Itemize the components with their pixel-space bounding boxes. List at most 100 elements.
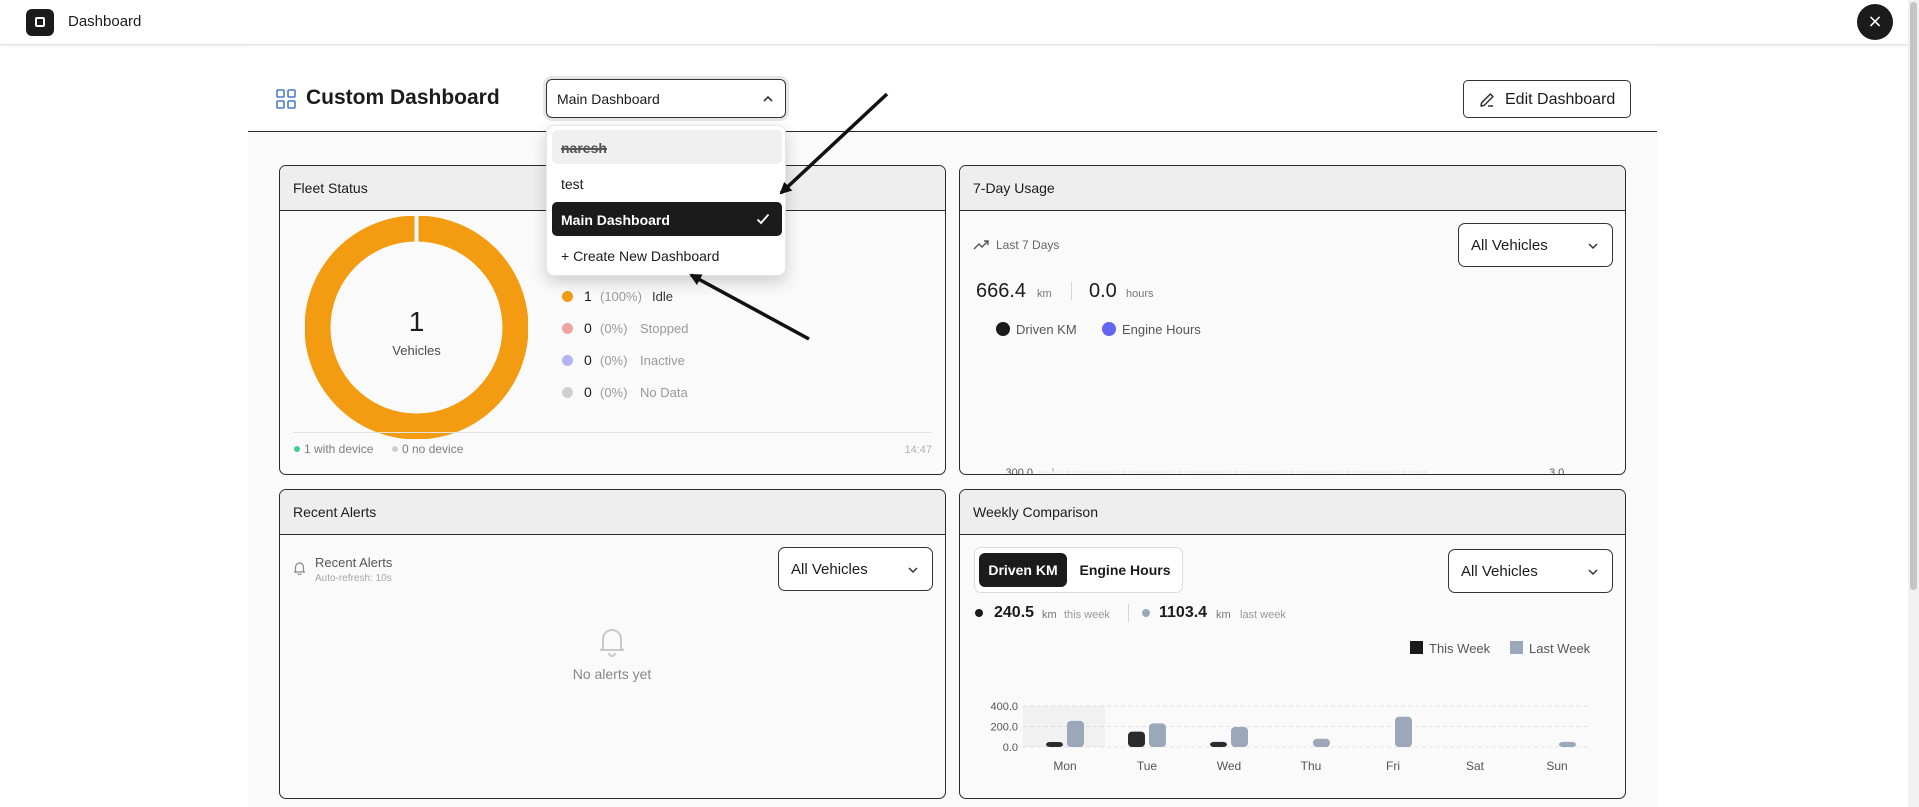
bell-empty-icon	[600, 629, 624, 657]
status-dot	[562, 323, 573, 334]
y-tick-label: 300.0	[1005, 467, 1033, 475]
bar-this-week	[1128, 731, 1145, 747]
status-name: Inactive	[640, 353, 685, 368]
separator	[1071, 282, 1072, 300]
hours-total: 0.0	[1089, 280, 1117, 302]
status-count: 0	[584, 320, 592, 336]
bell-icon	[293, 562, 306, 575]
usage-vehicle-select[interactable]: All Vehicles	[1458, 223, 1613, 267]
usage-line-chart: 300.03.0250.02.5200.02.0150.01.5100.01.0…	[1005, 467, 1564, 475]
dropdown-item-test[interactable]: test	[552, 166, 782, 200]
last-week-label: last week	[1240, 609, 1286, 621]
pencil-icon	[1480, 93, 1494, 107]
chevron-down-icon	[1588, 569, 1598, 576]
scrollbar-thumb[interactable]	[1910, 2, 1917, 590]
dropdown-item-label: naresh	[561, 140, 607, 156]
bar-last-week	[1559, 741, 1576, 747]
status-name: No Data	[640, 385, 688, 400]
toggle-driven-km[interactable]: Driven KM	[979, 553, 1067, 587]
legend-driven-km: Driven KM	[1016, 322, 1077, 337]
donut-total: 1	[408, 306, 425, 337]
status-pct: (0%)	[600, 385, 628, 400]
vehicle-select-value: All Vehicles	[1461, 563, 1538, 580]
edit-dashboard-label: Edit Dashboard	[1505, 91, 1616, 108]
status-pct: (0%)	[600, 353, 628, 368]
chevron-down-icon	[908, 567, 918, 574]
legend-this-week-swatch	[1410, 641, 1423, 654]
vehicle-select-value: All Vehicles	[791, 561, 868, 578]
x-tick-label: Sat	[1466, 759, 1485, 773]
x-tick-label: Thu	[1301, 759, 1322, 773]
bar-last-week	[1395, 716, 1412, 747]
km-total: 666.4	[976, 280, 1027, 302]
card-title: Recent Alerts	[293, 504, 377, 520]
legend-last-week: Last Week	[1529, 641, 1591, 656]
status-dot	[562, 387, 573, 398]
dashboard-select[interactable]: Main Dashboard	[546, 79, 786, 118]
dropdown-item-redacted[interactable]: naresh	[552, 130, 782, 164]
separator	[1128, 604, 1129, 622]
legend-last-week-swatch	[1510, 641, 1523, 654]
status-pct: (0%)	[600, 321, 628, 336]
status-pct: (100%)	[600, 289, 642, 304]
legend-dot-driven-km	[996, 322, 1010, 336]
no-alerts-message: No alerts yet	[572, 666, 652, 682]
toggle-engine-hours[interactable]: Engine Hours	[1073, 553, 1177, 587]
last-week-unit: km	[1216, 609, 1231, 621]
bar-last-week	[1231, 727, 1248, 747]
dropdown-item-main-dashboard[interactable]: Main Dashboard	[552, 202, 782, 236]
bar-last-week	[1313, 738, 1330, 747]
chevron-up-icon	[763, 95, 773, 102]
metric-toggle: Driven KM Engine Hours	[974, 547, 1183, 593]
card-title: 7-Day Usage	[973, 180, 1055, 196]
dashboard-dropdown-menu: naresh test Main Dashboard + Create New …	[546, 125, 786, 276]
bar-this-week	[1210, 741, 1227, 747]
legend-this-week: This Week	[1429, 641, 1491, 656]
no-device-count: 0 no device	[402, 442, 464, 456]
page-title: Custom Dashboard	[306, 86, 500, 109]
x-tick-label: Wed	[1217, 759, 1241, 773]
status-dot	[562, 355, 573, 366]
status-dot	[562, 291, 573, 302]
bar-last-week	[1067, 720, 1084, 747]
period-label: Last 7 Days	[996, 238, 1060, 252]
vehicle-select-value: All Vehicles	[1471, 237, 1548, 254]
app-title: Dashboard	[68, 13, 142, 30]
legend-engine-hours: Engine Hours	[1122, 322, 1201, 337]
donut-label: Vehicles	[392, 343, 441, 358]
x-tick-label: Mon	[1053, 759, 1076, 773]
hover-band	[1023, 706, 1105, 747]
edit-dashboard-button[interactable]: Edit Dashboard	[1463, 80, 1631, 118]
x-tick-label: Sun	[1546, 759, 1567, 773]
km-unit: km	[1037, 288, 1052, 300]
bar-this-week	[1046, 742, 1063, 747]
create-new-dashboard-item[interactable]: + Create New Dashboard	[552, 238, 782, 272]
card-header: Recent Alerts	[280, 490, 945, 535]
card-title: Weekly Comparison	[973, 504, 1099, 520]
weekly-vehicle-select[interactable]: All Vehicles	[1448, 549, 1613, 593]
last-updated-time: 14:47	[904, 444, 932, 456]
status-count: 0	[584, 352, 592, 368]
this-week-label: this week	[1064, 609, 1110, 621]
app-logo-icon	[26, 9, 54, 36]
check-icon	[756, 213, 770, 225]
create-new-dashboard-label: + Create New Dashboard	[561, 248, 720, 264]
grid-icon	[276, 89, 296, 109]
y2-tick-label: 3.0	[1549, 467, 1564, 475]
with-device-count: 1 with device	[304, 442, 374, 456]
y-tick-label: 200.0	[990, 722, 1018, 734]
this-week-value: 240.5	[994, 604, 1035, 621]
no-device-dot	[392, 446, 398, 452]
card-header: Weekly Comparison	[960, 490, 1625, 535]
x-tick-label: Fri	[1386, 759, 1400, 773]
close-button[interactable]: ×	[1857, 4, 1893, 40]
dropdown-item-label: test	[561, 176, 584, 192]
auto-refresh-label: Auto-refresh: 10s	[315, 573, 392, 584]
divider	[293, 432, 932, 433]
hours-unit: hours	[1126, 288, 1154, 300]
this-week-unit: km	[1042, 609, 1057, 621]
dropdown-item-label: Main Dashboard	[561, 212, 670, 228]
chevron-down-icon	[1588, 243, 1598, 250]
alerts-vehicle-select[interactable]: All Vehicles	[778, 547, 933, 591]
top-bar: Dashboard ×	[0, 0, 1908, 45]
